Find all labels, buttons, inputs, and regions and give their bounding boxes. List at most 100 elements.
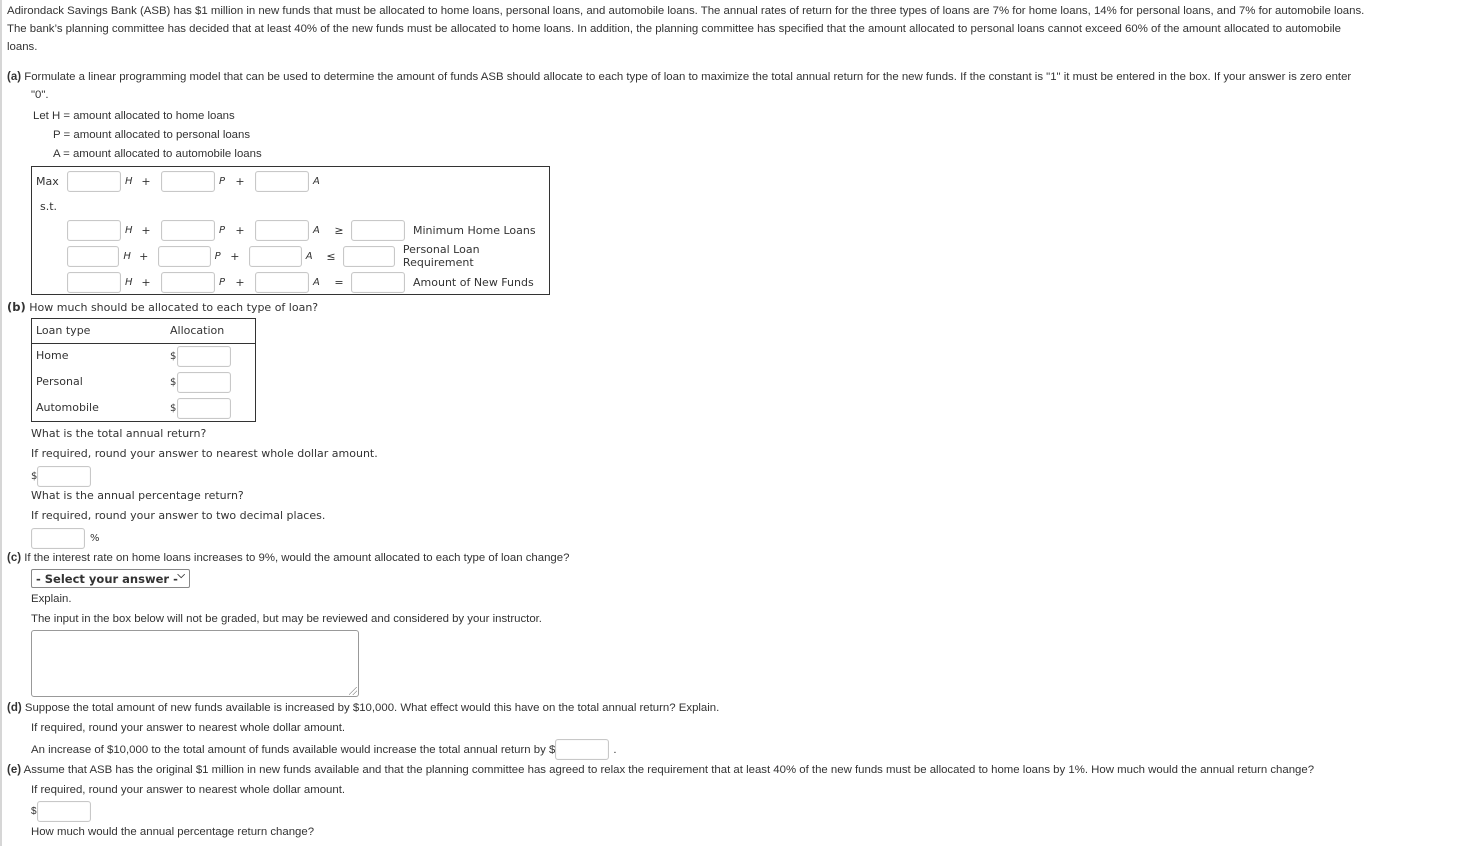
part-e-text: Assume that ASB has the original $1 mill… <box>23 764 1315 776</box>
definition-h: Let H = amount allocated to home loans <box>33 110 235 122</box>
part-d-answer-sentence: An increase of $10,000 to the total amou… <box>31 739 617 760</box>
var-a: A <box>305 250 313 262</box>
var-p: P <box>219 175 226 187</box>
explain-label: Explain. <box>31 593 72 605</box>
chevron-down-icon: ⌵ <box>177 570 185 581</box>
problem-intro: Adirondack Savings Bank (ASB) has $1 mil… <box>7 2 1364 56</box>
round-two-decimals-note: If required, round your answer to two de… <box>31 509 326 522</box>
constraint-name: Personal Loan Requirement <box>402 243 480 269</box>
header-allocation: Allocation <box>170 324 225 337</box>
answer-select[interactable]: - Select your answer - ⌵ <box>31 569 190 588</box>
plus-sign: + <box>235 275 245 289</box>
return-increase-input[interactable] <box>555 739 610 760</box>
automobile-allocation-input[interactable] <box>177 398 231 419</box>
page-left-border <box>0 0 2 846</box>
var-a: A <box>313 175 320 187</box>
percentage-return-input[interactable] <box>31 528 85 549</box>
part-d-label: (d) <box>7 702 22 714</box>
var-p: P <box>219 276 226 288</box>
part-c-question: (c) If the interest rate on home loans i… <box>7 549 569 567</box>
plus-sign: + <box>230 249 240 263</box>
constraint-row: H + P + A ≤ Personal Loan Requirement <box>67 243 549 269</box>
part-a-text-cont: "0". <box>31 89 49 101</box>
part-a-text: Formulate a linear programming model tha… <box>24 71 1352 83</box>
max-label: Max <box>36 174 59 188</box>
round-dollar-note: If required, round your answer to neares… <box>31 447 378 460</box>
constraint-1-p-coef-input[interactable] <box>161 219 215 241</box>
lp-model-table: Max H + P + A s.t. H + P + A ≥ Minimum H… <box>31 166 550 295</box>
part-c-text: If the interest rate on home loans incre… <box>24 552 570 564</box>
round-dollar-note: If required, round your answer to neares… <box>31 784 346 796</box>
plus-sign: + <box>235 223 245 237</box>
part-b-text: How much should be allocated to each typ… <box>29 301 319 314</box>
total-return-input[interactable] <box>37 466 92 487</box>
intro-line-3: loans. <box>7 41 38 53</box>
var-a: A <box>313 224 320 236</box>
allocation-table-header: Loan type Allocation <box>32 319 255 344</box>
constraint-row: H + P + A ≥ Minimum Home Loans <box>67 219 536 241</box>
part-d-text: Suppose the total amount of new funds av… <box>24 702 720 714</box>
relation-sign: ≤ <box>326 249 336 263</box>
part-c-label: (c) <box>7 552 22 564</box>
percent-sign: % <box>90 532 100 544</box>
var-p: P <box>219 224 226 236</box>
round-dollar-note: If required, round your answer to neares… <box>31 722 346 734</box>
objective-p-coef-input[interactable] <box>161 170 215 192</box>
objective-h-coef-input[interactable] <box>67 170 121 192</box>
var-p: P <box>214 250 221 262</box>
var-h: H <box>125 276 133 288</box>
constraint-1-rhs-input[interactable] <box>351 219 405 241</box>
constraint-1-h-coef-input[interactable] <box>67 219 121 241</box>
constraint-2-p-coef-input[interactable] <box>158 245 211 267</box>
period: . <box>613 743 617 756</box>
constraint-2-a-coef-input[interactable] <box>249 245 302 267</box>
plus-sign: + <box>141 223 151 237</box>
constraint-3-rhs-input[interactable] <box>351 271 405 293</box>
objective-a-coef-input[interactable] <box>255 170 309 192</box>
return-change-answer: $ <box>31 801 91 822</box>
constraint-name: Amount of New Funds <box>413 275 534 289</box>
percentage-return-question: What is the annual percentage return? <box>31 489 244 502</box>
intro-line-2: The bank’s planning committee has decide… <box>7 23 1341 35</box>
home-allocation-input[interactable] <box>177 346 231 367</box>
constraint-3-h-coef-input[interactable] <box>67 271 121 293</box>
plus-sign: + <box>235 174 245 188</box>
explanation-textarea[interactable] <box>31 630 359 697</box>
definition-p: P = amount allocated to personal loans <box>53 129 251 141</box>
percentage-change-question: How much would the annual percentage ret… <box>31 826 315 838</box>
constraint-3-a-coef-input[interactable] <box>255 271 309 293</box>
total-return-answer: $ <box>31 466 92 487</box>
percentage-return-answer: % <box>31 528 100 549</box>
currency-sign: $ <box>170 377 177 388</box>
part-d-question: (d) Suppose the total amount of new fund… <box>7 699 719 717</box>
part-e-label: (e) <box>7 764 22 776</box>
var-h: H <box>125 224 133 236</box>
allocation-table: Loan type Allocation Home $ Personal $ A… <box>31 318 256 422</box>
currency-sign: $ <box>170 403 177 414</box>
personal-allocation-input[interactable] <box>177 372 231 393</box>
total-return-question: What is the total annual return? <box>31 427 207 440</box>
part-b-label: (b) <box>7 300 26 314</box>
constraint-3-p-coef-input[interactable] <box>161 271 215 293</box>
st-row: s.t. <box>40 195 57 217</box>
loan-type-home: Home <box>36 349 69 362</box>
constraint-row: H + P + A = Amount of New Funds <box>67 271 534 293</box>
header-loan-type: Loan type <box>36 324 91 337</box>
constraint-2-h-coef-input[interactable] <box>67 245 120 267</box>
var-h: H <box>123 250 131 262</box>
loan-type-automobile: Automobile <box>36 401 99 414</box>
var-h: H <box>125 175 133 187</box>
part-e-question: (e) Assume that ASB has the original $1 … <box>7 761 1314 779</box>
part-b-question: (b) How much should be allocated to each… <box>7 298 318 317</box>
part-a-question: (a) Formulate a linear programming model… <box>7 68 1351 86</box>
relation-sign: = <box>334 275 344 289</box>
constraint-1-a-coef-input[interactable] <box>255 219 309 241</box>
definition-a: A = amount allocated to automobile loans <box>53 148 262 160</box>
currency-sign: $ <box>31 805 37 817</box>
st-label: s.t. <box>40 199 58 213</box>
return-change-input[interactable] <box>36 801 91 822</box>
constraint-2-rhs-input[interactable] <box>342 245 395 267</box>
part-d-sentence: An increase of $10,000 to the total amou… <box>31 743 556 756</box>
ungraded-note: The input in the box below will not be g… <box>31 613 542 625</box>
resize-handle-icon[interactable] <box>349 687 357 695</box>
